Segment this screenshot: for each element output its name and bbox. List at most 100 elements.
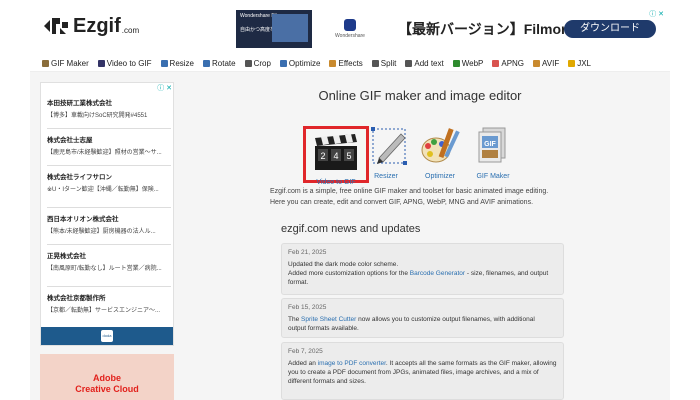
nav-item-label: Split <box>380 59 397 68</box>
nav-item-split[interactable]: Split <box>371 59 397 68</box>
nav-tool-icon <box>492 60 500 67</box>
nav-item-apng[interactable]: APNG <box>492 59 524 68</box>
nav-tool-icon <box>203 60 210 67</box>
job-company: 本田技研工業株式会社 <box>47 100 112 107</box>
job-listing[interactable]: 株式会社京都製作所 【京都／転勤無】サービスエンジニア〜... <box>47 292 171 314</box>
nav-item-webp[interactable]: WebP <box>452 59 484 68</box>
tool-resizer[interactable]: Resizer <box>356 126 416 180</box>
job-description: 【京都／転勤無】サービスエンジニア〜... <box>47 308 161 314</box>
news-line: Added an image to PDF converter. It acce… <box>288 359 557 368</box>
nav-item-label: Video to GIF <box>106 59 152 68</box>
nav-item-label: APNG <box>501 59 525 68</box>
news-body: Updated the dark mode color scheme. Adde… <box>288 260 557 287</box>
news-date: Feb 21, 2025 <box>288 249 327 256</box>
nav-item-crop[interactable]: Crop <box>244 59 271 68</box>
job-listing[interactable]: 西日本オリオン株式会社 【熊本/未経験歓迎】厨房機器の法人ル... <box>47 213 171 235</box>
doda-logo-icon: doda <box>101 330 113 342</box>
job-description: 【博多】車載向けSoC研究開発#4551 <box>47 113 148 119</box>
clapper-digit-3: 5 <box>346 151 351 161</box>
job-description: ※U・Iターン歓迎【沖縄／転勤無】保険... <box>47 187 159 193</box>
barcode-generator-link[interactable]: Barcode Generator <box>410 270 465 277</box>
resizer-icon <box>371 127 407 165</box>
wondershare-icon <box>344 19 356 31</box>
adobe-ad[interactable]: Adobe Creative Cloud <box>40 354 174 400</box>
nav-tool-icon <box>97 60 105 67</box>
job-divider <box>47 244 171 245</box>
news-text: The <box>288 316 302 323</box>
nav-item-resize[interactable]: Resize <box>160 59 194 68</box>
nav-item-label: Crop <box>253 59 271 68</box>
adobe-ad-line2: Creative Cloud <box>75 384 139 394</box>
intro-line: Ezgif.com is a simple, free online GIF m… <box>270 188 549 195</box>
job-divider <box>47 207 171 208</box>
ad-thumb-image <box>272 14 308 42</box>
job-listing[interactable]: 株式会社ライフサロン ※U・Iターン歓迎【沖縄／転勤無】保険... <box>47 171 171 193</box>
nav-item-video-to-gif[interactable]: Video to GIF <box>97 59 152 68</box>
nav-tool-icon <box>452 60 460 67</box>
sprite-sheet-cutter-link[interactable]: Sprite Sheet Cutter <box>301 316 356 323</box>
news-heading: ezgif.com news and updates <box>281 223 421 235</box>
news-body: Added an image to PDF converter. It acce… <box>288 359 557 386</box>
logo-suffix: .com <box>121 25 140 35</box>
news-line: output formats available. <box>288 325 359 332</box>
clapper-digit-2: 4 <box>333 151 338 161</box>
intro-text: Ezgif.com is a simple, free online GIF m… <box>270 186 590 208</box>
intro-line: Here you can create, edit and convert GI… <box>270 199 534 206</box>
image-to-pdf-link[interactable]: image to PDF converter <box>318 360 386 367</box>
news-text: now allows you to customize output filen… <box>356 316 535 323</box>
news-line: different formats and sizes. <box>288 378 366 385</box>
job-company: 西日本オリオン株式会社 <box>47 216 119 223</box>
job-listing[interactable]: 本田技研工業株式会社【博多】車載向けSoC研究開発#4551 <box>47 97 171 119</box>
ad-brand-label: Wondershare <box>335 33 365 39</box>
nav-item-label: WebP <box>461 59 484 68</box>
tool-label: Video to GIF <box>316 179 356 186</box>
nav-item-optimize[interactable]: Optimize <box>279 59 320 68</box>
nav-tool-icon <box>244 60 252 67</box>
gif-badge: GIF <box>484 141 496 148</box>
job-company: 正晃株式会社 <box>47 253 86 260</box>
job-listing[interactable]: 正晃株式会社 【南風原町/転勤なし】ルート営業／病院... <box>47 250 171 272</box>
left-job-ad[interactable]: ⓘ ✕ doda 本田技研工業株式会社【博多】車載向けSoC研究開発#4551 株… <box>40 82 174 346</box>
job-company: 株式会社ライフサロン <box>47 174 112 181</box>
news-item: Feb 15, 2025 The Sprite Sheet Cutter now… <box>281 298 564 338</box>
nav-tool-icon <box>42 60 49 67</box>
logo-text: Ezgif <box>73 14 121 37</box>
job-listing[interactable]: 株式会社士志屋【鹿児島市/未経験歓迎】照材の営業〜サ... <box>47 134 171 156</box>
nav-item-effects[interactable]: Effects <box>329 59 363 68</box>
news-item: Feb 21, 2025 Updated the dark mode color… <box>281 243 564 295</box>
nav-item-jxl[interactable]: JXL <box>568 59 591 68</box>
job-description: 【鹿児島市/未経験歓迎】照材の営業〜サ... <box>47 150 162 156</box>
nav-item-add-text[interactable]: Add text <box>405 59 444 68</box>
nav-item-rotate[interactable]: Rotate <box>203 59 236 68</box>
top-ad-banner[interactable]: Wondershare Filmora 自由かつ高度な動画編集 Wondersh… <box>234 8 666 50</box>
nav-item-label: JXL <box>577 59 592 68</box>
nav-item-avif[interactable]: AVIF <box>533 59 559 68</box>
news-line: format. <box>288 279 309 286</box>
news-text: Added more customization options for the <box>288 270 410 277</box>
tool-optimizer[interactable]: Optimizer <box>410 126 470 180</box>
news-date: Feb 15, 2025 <box>288 304 327 311</box>
site-logo[interactable]: Ezgif .com <box>42 14 139 38</box>
news-text: . It accepts all the same formats as the… <box>385 360 557 367</box>
ad-close-icon[interactable]: ⓘ ✕ <box>649 9 664 19</box>
tool-label: Optimizer <box>425 173 455 180</box>
job-company: 株式会社士志屋 <box>47 137 93 144</box>
tool-gif-maker[interactable]: GIF GIF Maker <box>463 126 523 180</box>
news-line: The Sprite Sheet Cutter now allows you t… <box>288 315 557 324</box>
nav-item-gif-maker[interactable]: GIF Maker <box>42 59 89 68</box>
nav-tool-icon <box>371 60 379 67</box>
ad-download-button[interactable]: ダウンロード <box>564 20 656 38</box>
job-divider <box>47 286 171 287</box>
news-item: Feb 7, 2025 Added an image to PDF conver… <box>281 342 564 400</box>
tool-label: Resizer <box>374 173 398 180</box>
nav-tool-icon <box>533 60 541 67</box>
nav-tool-icon <box>160 60 168 67</box>
ad-thumbnail: Wondershare Filmora 自由かつ高度な動画編集 <box>236 10 312 48</box>
nav-item-label: Effects <box>338 59 363 68</box>
news-text: - size, filenames, and output <box>465 270 549 277</box>
tool-label: GIF Maker <box>476 173 510 180</box>
logo-icon <box>44 18 68 34</box>
news-line: Added more customization options for the… <box>288 269 557 278</box>
left-ad-close-icon[interactable]: ⓘ ✕ <box>157 83 172 93</box>
news-text: Added an <box>288 360 318 367</box>
